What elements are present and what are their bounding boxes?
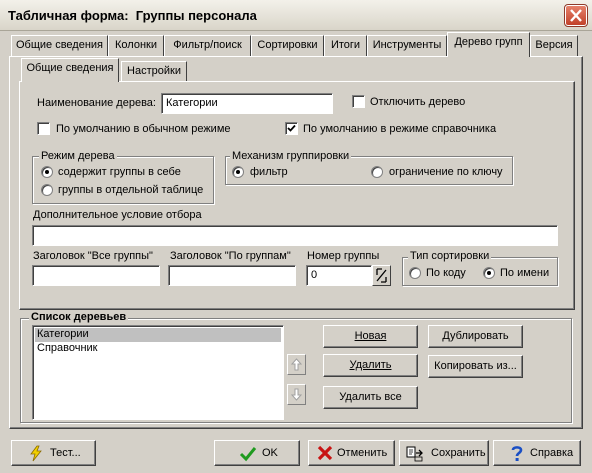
tab-label: Общие сведения	[15, 39, 104, 51]
tab-sorting[interactable]: Сортировки	[251, 35, 324, 56]
subtab-settings[interactable]: Настройки	[121, 61, 187, 81]
tab-columns[interactable]: Колонки	[108, 35, 164, 56]
group-number-picker-button[interactable]	[372, 265, 391, 286]
title-bar: Табличная форма: Группы персонала	[0, 0, 592, 31]
test-button[interactable]: Тест...	[11, 440, 96, 466]
copy-from-button-label: Копировать из...	[434, 360, 517, 372]
subtab-label: Настройки	[127, 65, 181, 77]
tree-name-label: Наименование дерева:	[37, 97, 156, 109]
save-button-label: Сохранить	[431, 447, 486, 459]
mech-key-label: ограничение по ключу	[389, 166, 503, 178]
cancel-button-label: Отменить	[337, 447, 388, 459]
subtab-label: Общие сведения	[26, 62, 114, 74]
tree-name-field[interactable]: Категории	[161, 93, 333, 114]
tab-group-tree[interactable]: Дерево групп	[447, 32, 530, 57]
close-button[interactable]	[564, 4, 588, 27]
disable-tree-label: Отключить дерево	[370, 96, 466, 108]
help-button-label: Справка	[530, 447, 574, 459]
mode-groups-inside-radio[interactable]	[41, 166, 53, 178]
by-groups-caption-label: Заголовок "По группам"	[170, 250, 291, 262]
checkmark-icon	[287, 124, 296, 132]
all-groups-caption-label: Заголовок "Все группы"	[33, 250, 153, 262]
move-up-button[interactable]	[287, 354, 306, 375]
default-reference-checkbox[interactable]	[285, 122, 298, 135]
mode-separate-table-label: группы в отдельной таблице	[58, 184, 204, 196]
delete-tree-button-label: Удалить	[349, 359, 392, 371]
arrow-down-icon	[290, 388, 303, 401]
duplicate-tree-button[interactable]: Дублировать	[428, 325, 523, 348]
ok-button[interactable]: OK	[214, 440, 300, 466]
lightning-icon	[30, 445, 42, 462]
by-groups-caption-field[interactable]	[168, 265, 296, 286]
tab-label: Версия	[535, 39, 573, 51]
tab-label: Фильтр/поиск	[173, 39, 242, 51]
tab-label: Инструменты	[372, 39, 442, 51]
list-item[interactable]: Справочник	[35, 342, 281, 356]
group-number-label: Номер группы	[307, 250, 380, 262]
subtab-general[interactable]: Общие сведения	[21, 58, 119, 82]
checkmark-icon	[239, 447, 257, 462]
all-groups-caption-field[interactable]	[32, 265, 160, 286]
sort-by-name-label: По имени	[500, 267, 550, 279]
help-icon	[511, 446, 523, 461]
tab-tools[interactable]: Инструменты	[367, 35, 447, 56]
new-tree-button-label: Новая	[354, 330, 387, 342]
tree-list-label: Список деревьев	[29, 311, 129, 323]
tab-totals[interactable]: Итоги	[324, 35, 367, 56]
delete-tree-button[interactable]: Удалить	[323, 354, 418, 377]
tab-general[interactable]: Общие сведения	[11, 35, 108, 56]
default-normal-label: По умолчанию в обычном режиме	[56, 123, 231, 135]
arrow-up-icon	[290, 358, 303, 371]
close-icon	[570, 9, 582, 22]
delete-all-trees-button[interactable]: Удалить все	[323, 386, 418, 409]
tab-label: Сортировки	[257, 39, 318, 51]
sort-type-label: Тип сортировки	[408, 250, 492, 262]
mech-key-radio[interactable]	[371, 166, 383, 178]
sort-by-name-radio[interactable]	[483, 267, 495, 279]
disable-tree-checkbox[interactable]	[352, 95, 365, 108]
x-icon	[317, 445, 333, 461]
tab-label: Итоги	[330, 39, 361, 51]
new-tree-button[interactable]: Новая	[323, 325, 418, 348]
tab-version[interactable]: Версия	[530, 35, 578, 56]
mode-groups-inside-label: содержит группы в себе	[58, 166, 181, 178]
picker-icon	[376, 268, 387, 283]
list-item[interactable]: Категории	[35, 328, 281, 342]
sort-by-code-radio[interactable]	[409, 267, 421, 279]
extra-condition-field[interactable]	[32, 225, 558, 246]
grouping-mechanism-label: Механизм группировки	[230, 150, 352, 162]
extra-condition-label: Дополнительное условие отбора	[33, 209, 202, 221]
default-reference-label: По умолчанию в режиме справочника	[303, 123, 497, 135]
group-number-field[interactable]: 0	[306, 265, 372, 286]
save-button[interactable]: Сохранить	[399, 440, 489, 466]
delete-all-button-label: Удалить все	[339, 391, 402, 403]
tree-mode-group	[32, 156, 214, 204]
duplicate-button-label: Дублировать	[442, 330, 509, 342]
tab-filter[interactable]: Фильтр/поиск	[164, 35, 251, 56]
tree-list[interactable]: Категории Справочник	[32, 325, 284, 420]
default-normal-checkbox[interactable]	[37, 122, 50, 135]
mech-filter-label: фильтр	[250, 166, 288, 178]
ok-button-label: OK	[262, 447, 278, 459]
move-down-button[interactable]	[287, 384, 306, 405]
mode-separate-table-radio[interactable]	[41, 184, 53, 196]
tree-mode-label: Режим дерева	[39, 150, 117, 162]
tab-label: Колонки	[115, 39, 157, 51]
tab-label: Дерево групп	[454, 36, 523, 48]
help-button[interactable]: Справка	[493, 440, 581, 466]
mech-filter-radio[interactable]	[232, 166, 244, 178]
copy-from-button[interactable]: Копировать из...	[428, 355, 523, 378]
save-icon	[406, 446, 423, 462]
sort-by-code-label: По коду	[426, 267, 466, 279]
cancel-button[interactable]: Отменить	[308, 440, 395, 466]
test-button-label: Тест...	[50, 447, 81, 459]
window-title: Табличная форма: Группы персонала	[8, 8, 257, 23]
